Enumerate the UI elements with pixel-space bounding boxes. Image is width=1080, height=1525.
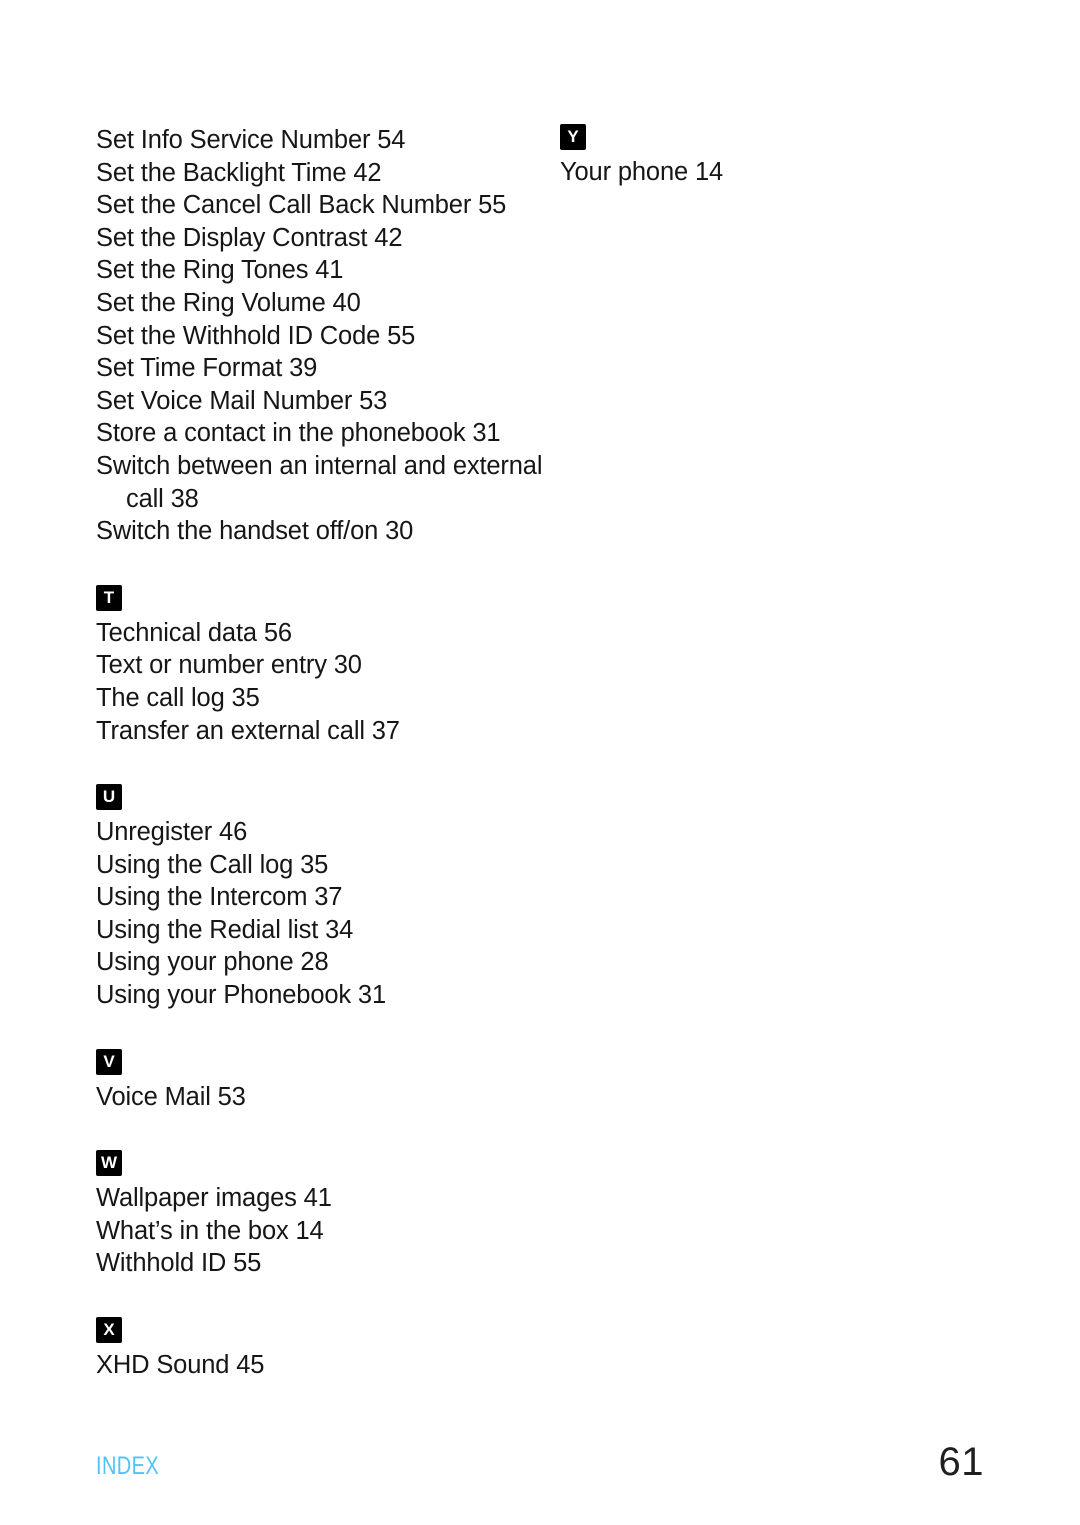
index-entry: Set the Ring Volume 40 — [96, 288, 361, 317]
index-entry: Withhold ID 55 — [96, 1249, 262, 1278]
index-column-right: Y Your phone 14 — [560, 124, 1000, 189]
index-entry: Transfer an external call 37 — [96, 716, 400, 745]
index-entry: Your phone 14 — [560, 158, 724, 186]
index-entry: Technical data 56 — [96, 618, 292, 647]
index-letter-heading: U — [96, 784, 546, 816]
letter-badge-t: T — [96, 584, 122, 611]
index-entry: Switch between an internal and external — [96, 451, 543, 480]
footer-section-label: INDEX — [96, 1452, 160, 1480]
letter-badge-w: W — [96, 1150, 122, 1177]
index-entry: Using your Phonebook 31 — [96, 981, 386, 1010]
page-number: 61 — [938, 1440, 984, 1484]
letter-badge-x: X — [96, 1317, 122, 1344]
index-section: Set Info Service Number 54 Set the Backli… — [96, 124, 546, 548]
index-entry: Set Voice Mail Number 53 — [96, 386, 388, 415]
index-entry: Wallpaper images 41 — [96, 1184, 332, 1213]
index-column-left: Set Info Service Number 54 Set the Backli… — [96, 124, 546, 1382]
letter-badge-u: U — [96, 784, 122, 811]
index-letter-heading: X — [96, 1317, 546, 1349]
index-entry: Using the Intercom 37 — [96, 883, 343, 912]
index-entry: XHD Sound 45 — [96, 1351, 265, 1380]
index-entry: Unregister 46 — [96, 818, 248, 847]
index-entry: The call log 35 — [96, 683, 260, 712]
index-section: T Technical data 56 Text or number entry 3… — [96, 584, 546, 747]
index-section: X XHD Sound 45 — [96, 1317, 546, 1382]
index-entry: Store a contact in the phonebook 31 — [96, 419, 501, 448]
index-entry: Set the Withhold ID Code 55 — [96, 321, 416, 350]
index-entry: call 38 — [126, 484, 199, 513]
index-entry: Set Info Service Number 54 — [96, 126, 406, 154]
index-entry: Set the Backlight Time 42 — [96, 158, 382, 187]
index-entry: Text or number entry 30 — [96, 651, 362, 680]
index-entry: Set Time Format 39 — [96, 354, 318, 383]
index-letter-heading: Y — [560, 124, 1000, 156]
index-section: U Unregister 46 Using the Call log 35 Using… — [96, 784, 546, 1012]
index-letter-heading: T — [96, 584, 546, 617]
index-entry: Using the Call log 35 — [96, 850, 329, 879]
index-entry: Voice Mail 53 — [96, 1082, 246, 1111]
index-entry: What’s in the box 14 — [96, 1216, 324, 1245]
letter-badge-v: V — [96, 1048, 122, 1075]
index-entry: Set the Cancel Call Back Number 55 — [96, 191, 507, 220]
index-letter-heading: W — [96, 1150, 546, 1182]
index-page: Set Info Service Number 54 Set the Backli… — [0, 0, 1080, 1525]
index-letter-heading: V — [96, 1048, 546, 1081]
index-entry: Using the Redial list 34 — [96, 915, 354, 944]
index-section: W Wallpaper images 41 What’s in the box 14… — [96, 1150, 546, 1280]
letter-badge-y: Y — [560, 124, 586, 150]
index-entry: Switch the handset off/on 30 — [96, 517, 414, 546]
index-entry: Using your phone 28 — [96, 948, 329, 977]
index-section: Y Your phone 14 — [560, 124, 1000, 189]
index-entry: Set the Ring Tones 41 — [96, 256, 344, 285]
index-section: V Voice Mail 53 — [96, 1048, 546, 1114]
index-entry: Set the Display Contrast 42 — [96, 223, 403, 252]
page-footer: INDEX 61 — [96, 1440, 984, 1498]
